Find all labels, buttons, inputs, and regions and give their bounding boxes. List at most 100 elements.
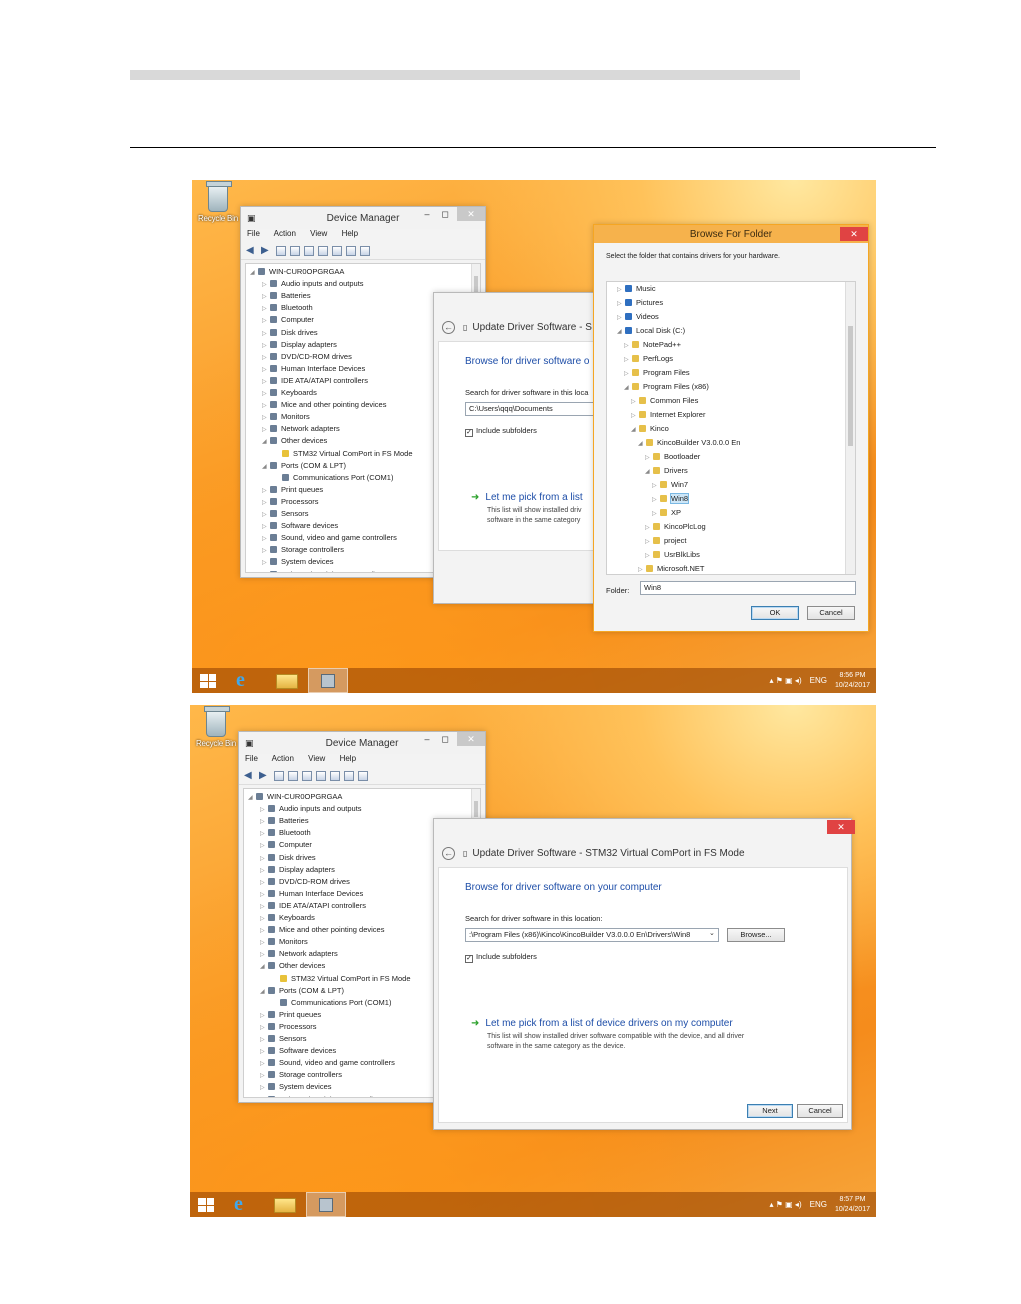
collapsed-arrow-icon[interactable]: ▷	[652, 480, 660, 492]
collapsed-arrow-icon[interactable]: ▷	[617, 312, 625, 324]
forward-arrow-icon[interactable]: ▶	[259, 771, 270, 781]
folder-tree-item[interactable]: ▷ Bootloader	[645, 451, 700, 463]
menu-file[interactable]: File	[245, 754, 258, 763]
device-tree-item[interactable]: ▷ Network adapters	[260, 948, 338, 960]
expanded-arrow-icon[interactable]: ◢	[260, 986, 268, 998]
minimize-button[interactable]: –	[421, 207, 433, 221]
folder-tree-item[interactable]: ▷ Music	[617, 283, 656, 295]
folder-input[interactable]: Win8	[640, 581, 856, 595]
collapsed-arrow-icon[interactable]: ▷	[645, 536, 653, 548]
back-arrow-icon[interactable]: ◀	[244, 771, 255, 781]
view-icon[interactable]	[318, 246, 328, 256]
close-button[interactable]: ✕	[457, 207, 485, 221]
scan-hardware-icon[interactable]	[330, 771, 340, 781]
folder-tree-item[interactable]: ▷ Win8	[652, 493, 690, 506]
device-tree-item[interactable]: ▷ Sound, video and game controllers	[262, 532, 397, 544]
collapsed-arrow-icon[interactable]: ▷	[645, 522, 653, 534]
properties-icon[interactable]	[276, 246, 286, 256]
scan-hardware-icon[interactable]	[332, 246, 342, 256]
collapsed-arrow-icon[interactable]: ▷	[652, 494, 660, 506]
collapsed-arrow-icon[interactable]: ▷	[631, 410, 639, 422]
include-subfolders-checkbox[interactable]: ✓ Include subfolders	[465, 426, 537, 437]
device-tree-item[interactable]: ▷ Keyboards	[262, 387, 317, 399]
device-tree-item[interactable]: ▷ Computer	[260, 839, 312, 851]
browse-button[interactable]: Browse...	[727, 928, 785, 942]
device-tree-item[interactable]: ▷ Sound, video and game controllers	[260, 1057, 395, 1069]
folder-tree-item[interactable]: ▷ Microsoft.NET	[638, 563, 705, 574]
device-tree-item[interactable]: ▷ Batteries	[260, 815, 309, 827]
clock[interactable]: 8:56 PM 10/24/2017	[835, 671, 870, 691]
collapsed-arrow-icon[interactable]: ▷	[262, 570, 270, 573]
device-tree-item[interactable]: ▷ System devices	[260, 1081, 332, 1093]
device-tree-item[interactable]: ▷ Monitors	[260, 936, 308, 948]
properties-icon[interactable]	[274, 771, 284, 781]
device-tree-item[interactable]: ▷ Mice and other pointing devices	[262, 399, 386, 411]
device-tree-item[interactable]: ▷ Keyboards	[260, 912, 315, 924]
folder-tree-item[interactable]: ▷ Videos	[617, 311, 659, 323]
folder-tree-item[interactable]: ▷ PerfLogs	[624, 353, 673, 365]
expanded-arrow-icon[interactable]: ◢	[250, 267, 258, 279]
device-tree-item[interactable]: STM32 Virtual ComPort in FS Mode	[274, 448, 413, 460]
uninstall-icon[interactable]	[360, 246, 370, 256]
device-tree-item[interactable]: ▷ Monitors	[262, 411, 310, 423]
uninstall-icon[interactable]	[358, 771, 368, 781]
collapsed-arrow-icon[interactable]: ▷	[624, 340, 632, 352]
device-tree-item[interactable]: ▷ Computer	[262, 314, 314, 326]
collapsed-arrow-icon[interactable]: ▷	[645, 550, 653, 562]
menu-view[interactable]: View	[308, 754, 325, 763]
expanded-arrow-icon[interactable]: ◢	[617, 326, 625, 338]
menu-file[interactable]: File	[247, 229, 260, 238]
language-indicator[interactable]: ENG	[810, 676, 827, 685]
pick-from-list-link[interactable]: ➜ Let me pick from a list	[471, 492, 583, 503]
folder-tree-item[interactable]: ◢ KincoBuilder V3.0.0.0 En	[638, 437, 740, 449]
expanded-arrow-icon[interactable]: ◢	[631, 424, 639, 436]
pick-from-list-link[interactable]: ➜ Let me pick from a list of device drive…	[471, 1018, 733, 1029]
device-tree-item[interactable]: Communications Port (COM1)	[274, 472, 393, 484]
close-button[interactable]: ✕	[840, 227, 868, 241]
collapsed-arrow-icon[interactable]: ▷	[617, 284, 625, 296]
device-tree-item[interactable]: ◢ WIN-CUR0OPGRGAA	[248, 791, 342, 803]
device-manager-taskbar-button[interactable]	[306, 1192, 346, 1217]
expanded-arrow-icon[interactable]: ◢	[248, 792, 256, 804]
collapsed-arrow-icon[interactable]: ▷	[652, 508, 660, 520]
device-tree-item[interactable]: ▷ System devices	[262, 556, 334, 568]
update-driver-icon[interactable]	[346, 246, 356, 256]
view-icon[interactable]	[316, 771, 326, 781]
device-tree-item[interactable]: ▷ Disk drives	[262, 327, 318, 339]
menu-view[interactable]: View	[310, 229, 327, 238]
device-tree-item[interactable]: ◢ Ports (COM & LPT)	[262, 460, 346, 472]
driver-path-combobox[interactable]: :\Program Files (x86)\Kinco\KincoBuilder…	[465, 928, 719, 942]
device-tree-item[interactable]: ▷ Disk drives	[260, 852, 316, 864]
file-explorer-icon[interactable]	[274, 1198, 296, 1213]
cancel-button[interactable]: Cancel	[807, 606, 855, 620]
expanded-arrow-icon[interactable]: ◢	[262, 436, 270, 448]
device-tree-item[interactable]: ▷ Processors	[262, 496, 319, 508]
folder-tree-item[interactable]: ▷ NotePad++	[624, 339, 681, 351]
help-icon[interactable]	[304, 246, 314, 256]
device-tree-item[interactable]: ▷ Sensors	[262, 508, 309, 520]
cancel-button[interactable]: Cancel	[797, 1104, 843, 1118]
device-tree-item[interactable]: ▷ Print queues	[260, 1009, 321, 1021]
device-tree-item[interactable]: ▷ Display adapters	[260, 864, 335, 876]
folder-tree-item[interactable]: ◢ Program Files (x86)	[624, 381, 709, 393]
menu-action[interactable]: Action	[272, 754, 294, 763]
menu-action[interactable]: Action	[274, 229, 296, 238]
maximize-button[interactable]: ◻	[439, 732, 451, 746]
clock[interactable]: 8:57 PM 10/24/2017	[835, 1195, 870, 1215]
device-tree-item[interactable]: ▷ IDE ATA/ATAPI controllers	[262, 375, 368, 387]
device-tree-item[interactable]: ◢ Other devices	[262, 435, 327, 447]
device-tree-item[interactable]: ▷ DVD/CD-ROM drives	[262, 351, 352, 363]
device-tree-item[interactable]: Communications Port (COM1)	[272, 997, 391, 1009]
maximize-button[interactable]: ◻	[439, 207, 451, 221]
scrollbar-thumb[interactable]	[474, 801, 478, 817]
close-button[interactable]: ✕	[457, 732, 485, 746]
device-tree-item[interactable]: ▷ Sensors	[260, 1033, 307, 1045]
internet-explorer-icon[interactable]: e	[234, 1194, 243, 1214]
folder-tree-item[interactable]: ▷ Common Files	[631, 395, 698, 407]
device-tree-item[interactable]: ▷ Storage controllers	[262, 544, 344, 556]
device-tree-item[interactable]: ▷ Mice and other pointing devices	[260, 924, 384, 936]
device-tree-item[interactable]: ◢ Ports (COM & LPT)	[260, 985, 344, 997]
device-tree-item[interactable]: ▷ Audio inputs and outputs	[260, 803, 362, 815]
device-tree-item[interactable]: ▷ Software devices	[262, 520, 338, 532]
close-button[interactable]: ✕	[827, 820, 855, 834]
